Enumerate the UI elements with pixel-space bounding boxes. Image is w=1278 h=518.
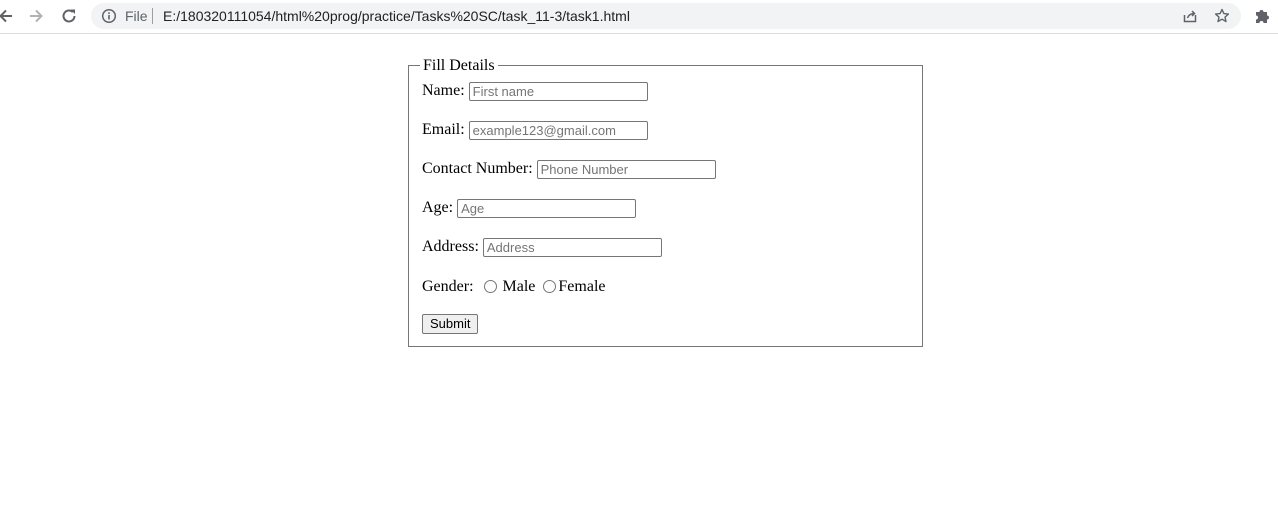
gender-label: Gender: <box>422 278 474 295</box>
info-icon[interactable] <box>101 8 117 24</box>
contact-input[interactable] <box>536 159 716 179</box>
star-icon <box>1214 8 1230 23</box>
gender-row: Gender: Male Female <box>422 277 606 297</box>
puzzle-icon <box>1256 10 1269 23</box>
file-scheme-label: File <box>125 8 148 24</box>
reload-button[interactable] <box>57 4 81 28</box>
age-row: Age: <box>422 198 637 218</box>
email-row: Email: <box>422 120 648 140</box>
male-radio[interactable] <box>483 279 497 293</box>
divider <box>152 8 153 24</box>
age-input[interactable] <box>457 198 637 218</box>
bookmark-button[interactable] <box>1213 7 1231 25</box>
arrow-right-icon <box>30 9 43 23</box>
back-button[interactable] <box>0 4 18 28</box>
name-input[interactable] <box>468 81 648 101</box>
forward-button[interactable] <box>24 4 48 28</box>
arrow-left-icon <box>0 9 12 23</box>
address-label: Address: <box>422 238 479 255</box>
share-button[interactable] <box>1181 7 1199 25</box>
age-label: Age: <box>422 199 454 216</box>
contact-row: Contact Number: <box>422 159 716 179</box>
female-radio[interactable] <box>543 279 557 293</box>
reload-icon <box>62 9 76 23</box>
form-legend: Fill Details <box>420 56 498 76</box>
email-input[interactable] <box>468 120 648 140</box>
submit-button[interactable]: Submit <box>422 314 479 334</box>
female-option-label: Female <box>558 278 606 295</box>
browser-toolbar: File E:/180320111054/html%20prog/practic… <box>0 0 1278 34</box>
address-bar[interactable]: File E:/180320111054/html%20prog/practic… <box>91 3 1241 29</box>
url-text[interactable]: E:/180320111054/html%20prog/practice/Tas… <box>163 8 630 24</box>
male-option-label: Male <box>502 278 536 295</box>
share-icon <box>1183 10 1197 23</box>
address-input[interactable] <box>482 237 662 257</box>
address-row: Address: <box>422 237 662 257</box>
extensions-button[interactable] <box>1253 6 1273 26</box>
name-label: Name: <box>422 82 465 99</box>
email-label: Email: <box>422 121 465 138</box>
name-row: Name: <box>422 81 648 101</box>
contact-label: Contact Number: <box>422 160 533 177</box>
